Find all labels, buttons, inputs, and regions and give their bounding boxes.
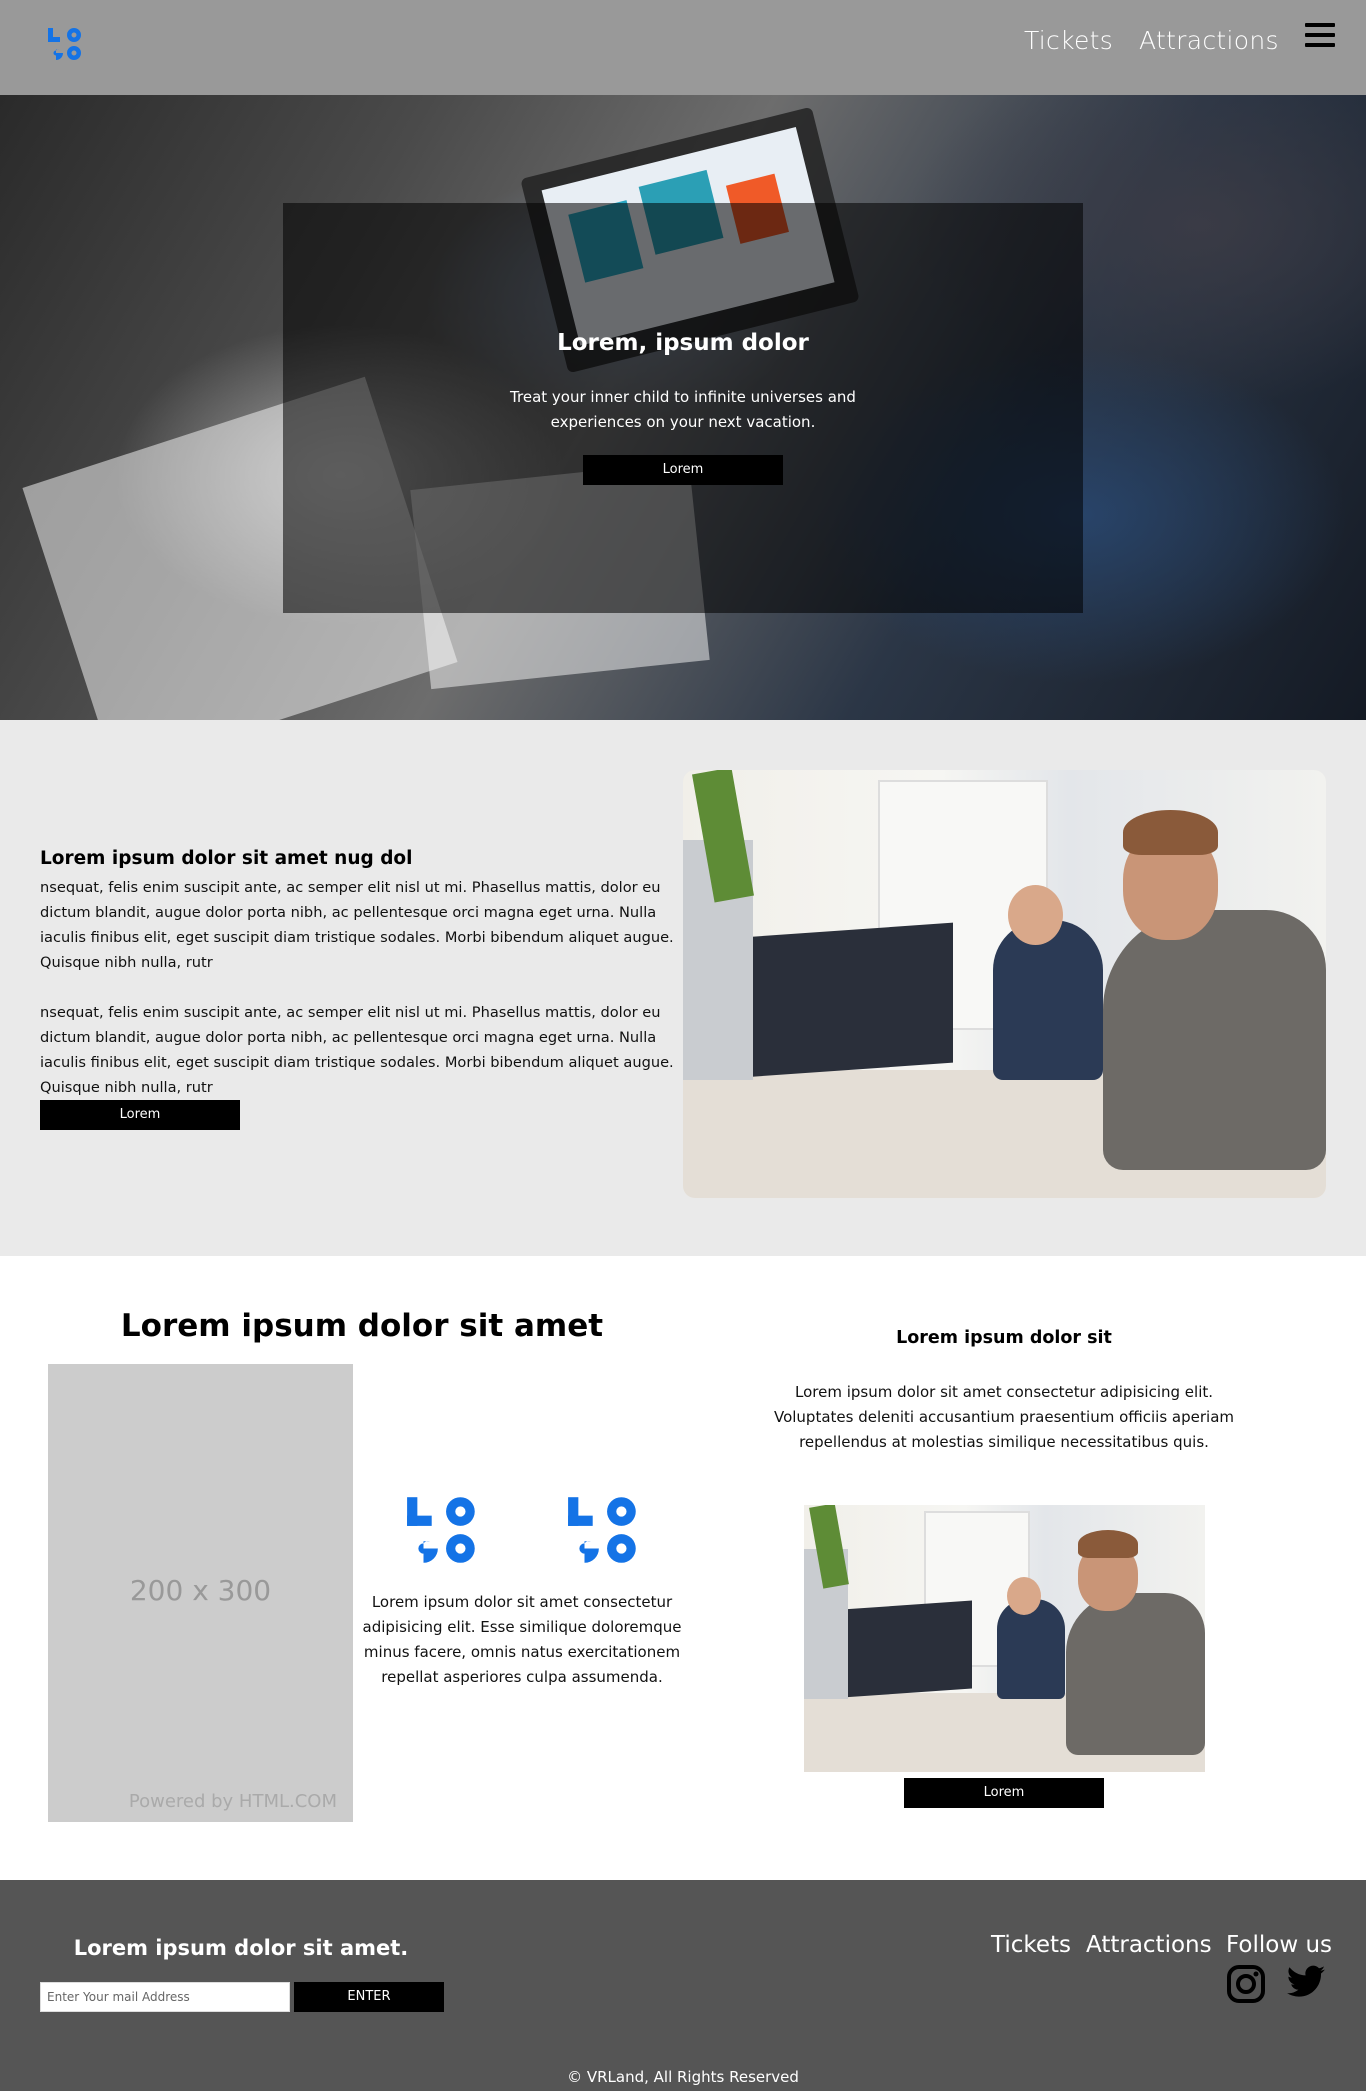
hero-title: Lorem, ipsum dolor	[557, 330, 809, 356]
hero-text: Treat your inner child to infinite unive…	[510, 388, 856, 431]
nav-link-attractions[interactable]: Attractions	[1139, 26, 1279, 55]
twitter-icon[interactable]	[1286, 1964, 1326, 2000]
footer-link-tickets[interactable]: Tickets	[991, 1932, 1071, 1958]
site-footer: Lorem ipsum dolor sit amet. ENTER Ticket…	[0, 1880, 1366, 2091]
office-photo-small	[804, 1505, 1205, 1772]
about-paragraph-1: nsequat, felis enim suscipit ante, ac se…	[40, 879, 674, 971]
nav-link-tickets[interactable]: Tickets	[1024, 26, 1113, 55]
email-input[interactable]	[40, 1982, 290, 2012]
features-title: Lorem ipsum dolor sit amet	[120, 1308, 604, 1344]
about-button[interactable]: Lorem	[40, 1100, 240, 1130]
placeholder-image: 200 x 300 Powered by HTML.COM	[48, 1364, 353, 1822]
enter-button[interactable]: ENTER	[294, 1982, 444, 2012]
about-paragraph-2: nsequat, felis enim suscipit ante, ac se…	[40, 1004, 674, 1096]
about-section: Lorem ipsum dolor sit amet nug dol nsequ…	[0, 720, 1366, 1256]
follow-us-label: Follow us	[1226, 1932, 1333, 1958]
logo-icon	[568, 1497, 636, 1563]
hero-section: Lorem, ipsum dolor Treat your inner chil…	[0, 95, 1366, 720]
logo-icon[interactable]	[46, 26, 86, 62]
placeholder-size-label: 200 x 300	[129, 1574, 272, 1607]
footer-title: Lorem ipsum dolor sit amet.	[73, 1936, 409, 1960]
side-title: Lorem ipsum dolor sit	[896, 1328, 1112, 1348]
side-button[interactable]: Lorem	[904, 1778, 1104, 1808]
hamburger-menu-icon[interactable]	[1305, 23, 1335, 49]
logo-icon	[407, 1497, 475, 1563]
office-photo	[683, 770, 1326, 1198]
instagram-icon[interactable]	[1226, 1964, 1266, 2004]
hero-button[interactable]: Lorem	[583, 455, 783, 485]
about-title: Lorem ipsum dolor sit amet nug dol	[40, 848, 413, 869]
placeholder-credit: Powered by HTML.COM	[128, 1791, 337, 1812]
site-header: Tickets Attractions	[0, 0, 1366, 95]
footer-link-attractions[interactable]: Attractions	[1086, 1932, 1212, 1958]
features-section: Lorem ipsum dolor sit amet 200 x 300 Pow…	[0, 1256, 1366, 1880]
copyright-text: © VRLand, All Rights Reserved	[567, 2068, 799, 2086]
features-text: Lorem ipsum dolor sit amet consectetur a…	[362, 1593, 682, 1686]
side-text: Lorem ipsum dolor sit amet consectetur a…	[773, 1383, 1235, 1451]
